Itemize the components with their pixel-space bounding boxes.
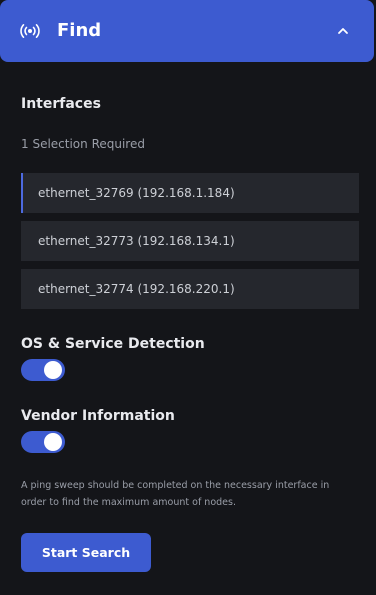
- broadcast-icon: [20, 24, 40, 38]
- interface-item-1[interactable]: ethernet_32769 (192.168.1.184): [21, 173, 359, 213]
- interfaces-title: Interfaces: [21, 96, 101, 112]
- ping-sweep-note: A ping sweep should be completed on the …: [21, 480, 330, 508]
- toggle-knob: [44, 433, 62, 451]
- collapse-button[interactable]: [332, 20, 354, 42]
- os-detection-toggle[interactable]: [21, 359, 65, 381]
- interface-item-2[interactable]: ethernet_32773 (192.168.134.1): [21, 221, 359, 261]
- find-panel: Find Interfaces 1 Selection Required eth…: [0, 0, 376, 595]
- toggle-knob: [44, 361, 62, 379]
- interface-item-3[interactable]: ethernet_32774 (192.168.220.1): [21, 269, 359, 309]
- header-title: Find: [57, 20, 102, 41]
- start-search-button[interactable]: Start Search: [21, 533, 151, 572]
- vendor-info-label: Vendor Information: [21, 408, 175, 424]
- vendor-info-toggle[interactable]: [21, 431, 65, 453]
- os-detection-label: OS & Service Detection: [21, 336, 205, 352]
- chevron-up-icon: [338, 28, 348, 34]
- interfaces-subtitle: 1 Selection Required: [21, 137, 145, 151]
- find-header[interactable]: Find: [0, 0, 374, 62]
